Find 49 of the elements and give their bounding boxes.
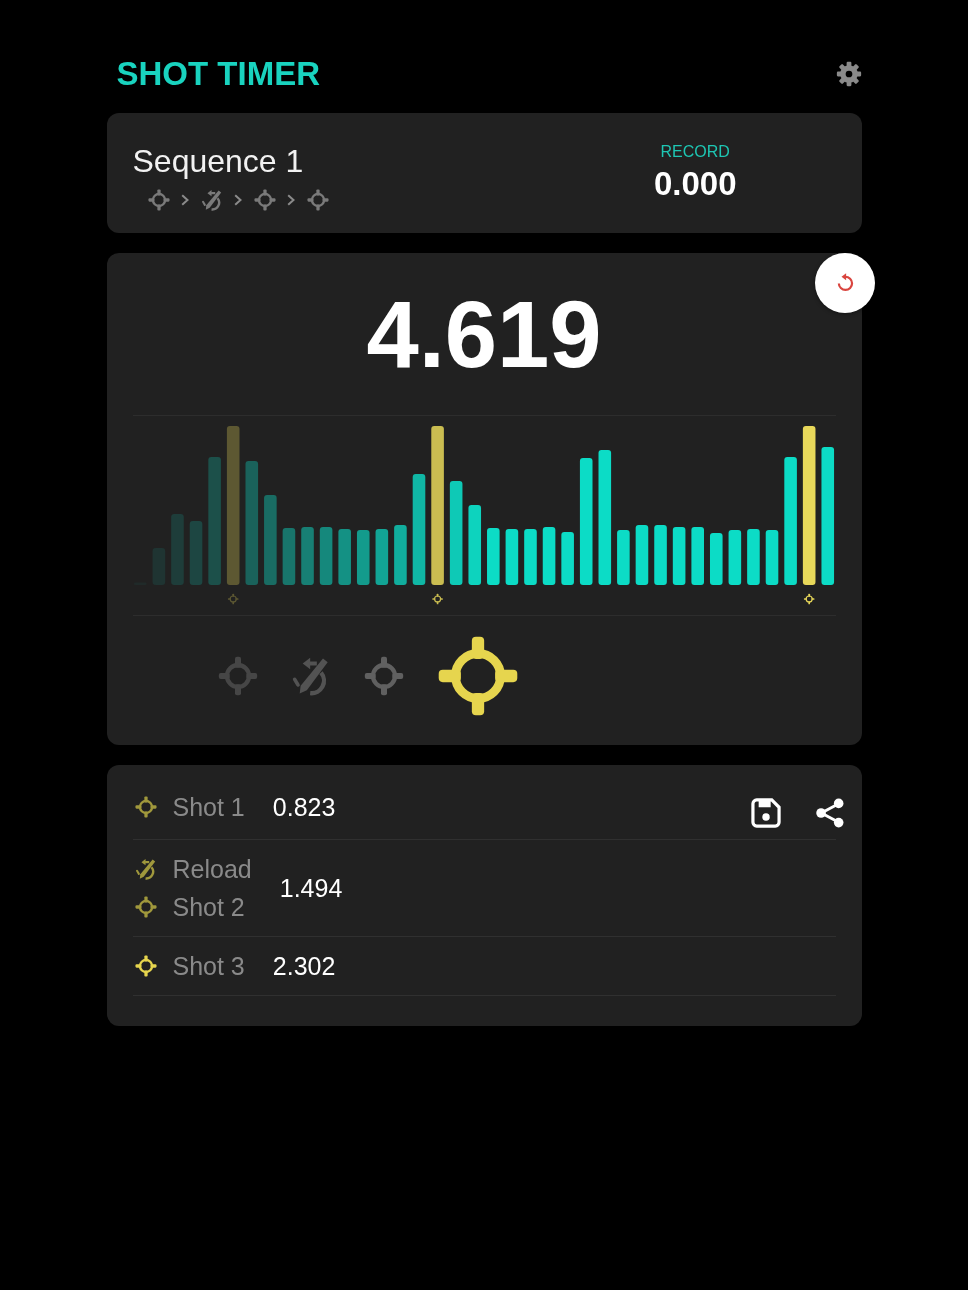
sound-level-bar — [709, 533, 723, 585]
sound-level-bar — [300, 527, 314, 585]
sound-level-bar — [337, 529, 351, 585]
sound-level-bar — [560, 532, 574, 585]
chevron-icon — [287, 194, 295, 206]
record-label: RECORD — [659, 142, 731, 161]
crosshair-icon — [147, 189, 170, 211]
sound-level-bar — [189, 521, 202, 585]
share-icon[interactable] — [813, 797, 846, 829]
chevron-icon — [234, 194, 242, 206]
sound-level-bar — [635, 525, 648, 585]
sound-level-bar — [523, 529, 537, 585]
sound-level-bar — [728, 530, 741, 585]
sound-level-bar — [542, 527, 555, 585]
sound-level-bar — [486, 528, 500, 585]
save-icon[interactable] — [749, 797, 782, 829]
sound-level-bar — [746, 529, 760, 585]
sound-level-bar — [653, 525, 667, 585]
split-label: Shot 1 — [172, 792, 245, 823]
app-title: SHOT TIMER — [116, 54, 320, 94]
split-time: 1.494 — [279, 873, 343, 904]
sound-level-bar — [616, 530, 630, 585]
crosshair-icon — [306, 189, 329, 211]
crosshair-icon — [253, 189, 276, 211]
sound-level-bar — [170, 514, 184, 585]
split-label: Reload — [172, 854, 252, 885]
sequence-name: Sequence 1 — [132, 142, 305, 180]
split-label: Shot 2 — [172, 892, 245, 923]
crosshair-icon — [431, 593, 443, 605]
timer-value: 4.619 — [365, 281, 603, 389]
sound-level-bar — [393, 525, 407, 585]
sound-level-bar — [319, 527, 332, 585]
sound-level-bar — [672, 527, 685, 585]
chevron-icon — [181, 194, 189, 206]
split-time: 0.823 — [272, 792, 336, 823]
sound-level-bar — [765, 530, 778, 585]
split-time: 2.302 — [272, 951, 336, 982]
sound-level-bar — [356, 530, 370, 585]
record-time: 0.000 — [653, 164, 737, 204]
crosshair-icon — [227, 593, 238, 605]
sound-level-bar — [690, 527, 704, 585]
split-label: Shot 3 — [172, 951, 245, 982]
settings-icon[interactable] — [835, 61, 862, 87]
sound-level-bar — [282, 528, 295, 585]
reset-button[interactable] — [814, 253, 875, 313]
crosshair-icon — [803, 593, 814, 605]
sound-level-bar — [505, 529, 518, 585]
bullet-arrow-icon — [200, 189, 223, 211]
sound-level-bar — [375, 529, 388, 585]
